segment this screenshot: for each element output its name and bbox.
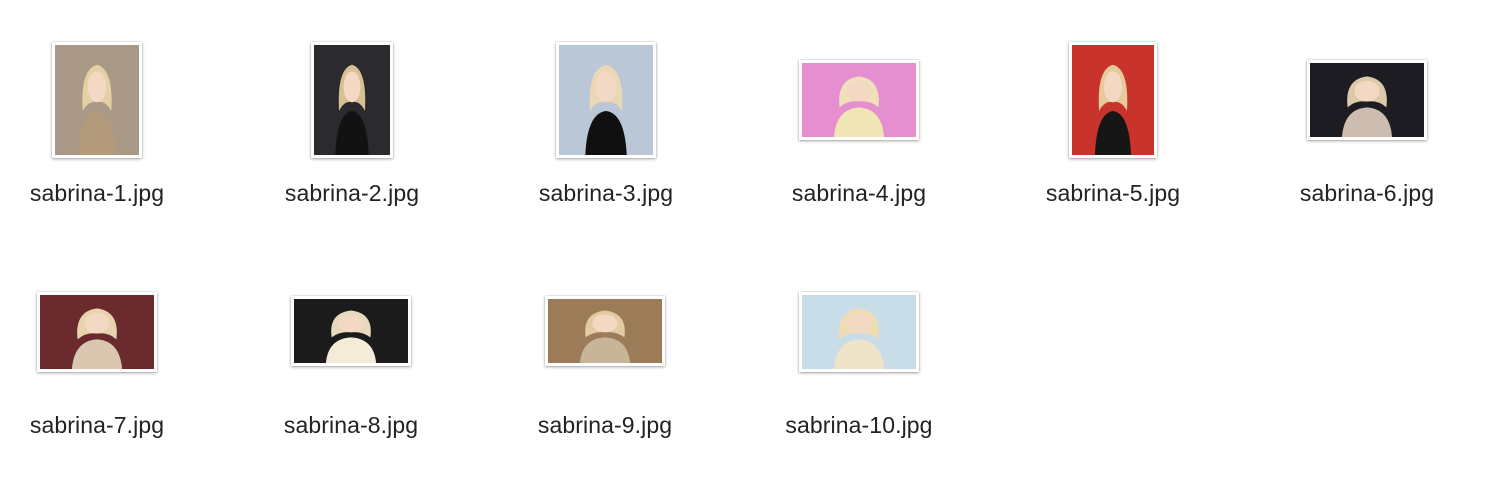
photo-preview <box>55 45 139 155</box>
file-item[interactable]: sabrina-5.jpg <box>986 30 1240 262</box>
photo-preview <box>802 295 916 369</box>
portrait-graphic <box>559 45 653 155</box>
portrait-graphic <box>294 299 408 363</box>
image-thumbnail-icon[interactable] <box>291 296 411 366</box>
image-thumbnail-icon[interactable] <box>52 42 142 158</box>
portrait-graphic <box>1072 45 1154 155</box>
photo-face <box>84 312 110 334</box>
photo-face <box>846 312 872 334</box>
photo-preview <box>314 45 390 155</box>
portrait-graphic <box>802 63 916 137</box>
file-name-label[interactable]: sabrina-8.jpg <box>224 412 478 439</box>
image-thumbnail-icon[interactable] <box>545 296 665 366</box>
photo-face <box>592 314 618 333</box>
file-item[interactable]: sabrina-6.jpg <box>1240 30 1490 262</box>
photo-face <box>595 71 617 103</box>
photo-preview <box>40 295 154 369</box>
portrait-graphic <box>1310 63 1424 137</box>
image-thumbnail-icon[interactable] <box>1307 60 1427 140</box>
image-thumbnail-icon[interactable] <box>556 42 656 158</box>
photo-preview <box>802 63 916 137</box>
portrait-graphic <box>548 299 662 363</box>
file-name-label[interactable]: sabrina-9.jpg <box>478 412 732 439</box>
photo-face <box>1103 71 1123 103</box>
file-name-label[interactable]: sabrina-1.jpg <box>0 180 224 207</box>
image-thumbnail-icon[interactable] <box>1069 42 1157 158</box>
file-item[interactable]: sabrina-9.jpg <box>478 262 732 484</box>
file-name-label[interactable]: sabrina-6.jpg <box>1240 180 1490 207</box>
file-item[interactable]: sabrina-2.jpg <box>225 30 479 262</box>
image-thumbnail-icon[interactable] <box>799 292 919 372</box>
image-thumbnail-icon[interactable] <box>311 42 393 158</box>
file-name-label[interactable]: sabrina-7.jpg <box>0 412 224 439</box>
file-name-label[interactable]: sabrina-3.jpg <box>479 180 733 207</box>
portrait-graphic <box>55 45 139 155</box>
photo-face <box>846 80 872 102</box>
file-item[interactable]: sabrina-1.jpg <box>0 30 224 262</box>
file-item[interactable]: sabrina-4.jpg <box>732 30 986 262</box>
portrait-graphic <box>802 295 916 369</box>
photo-preview <box>559 45 653 155</box>
file-item[interactable]: sabrina-10.jpg <box>732 262 986 484</box>
image-thumbnail-icon[interactable] <box>799 60 919 140</box>
portrait-graphic <box>40 295 154 369</box>
file-name-label[interactable]: sabrina-2.jpg <box>225 180 479 207</box>
file-item[interactable]: sabrina-3.jpg <box>479 30 733 262</box>
photo-face <box>1354 80 1380 102</box>
portrait-graphic <box>314 45 390 155</box>
photo-preview <box>294 299 408 363</box>
file-name-label[interactable]: sabrina-10.jpg <box>732 412 986 439</box>
image-thumbnail-icon[interactable] <box>37 292 157 372</box>
photo-face <box>87 71 107 103</box>
file-name-label[interactable]: sabrina-4.jpg <box>732 180 986 207</box>
file-item[interactable]: sabrina-7.jpg <box>0 262 224 484</box>
photo-face <box>343 71 361 103</box>
file-grid: sabrina-1.jpg sabrina-2.jpg sabrina-3.jp… <box>0 0 1490 484</box>
photo-preview <box>1072 45 1154 155</box>
file-name-label[interactable]: sabrina-5.jpg <box>986 180 1240 207</box>
photo-preview <box>1310 63 1424 137</box>
photo-face <box>338 314 364 333</box>
file-item[interactable]: sabrina-8.jpg <box>224 262 478 484</box>
photo-preview <box>548 299 662 363</box>
